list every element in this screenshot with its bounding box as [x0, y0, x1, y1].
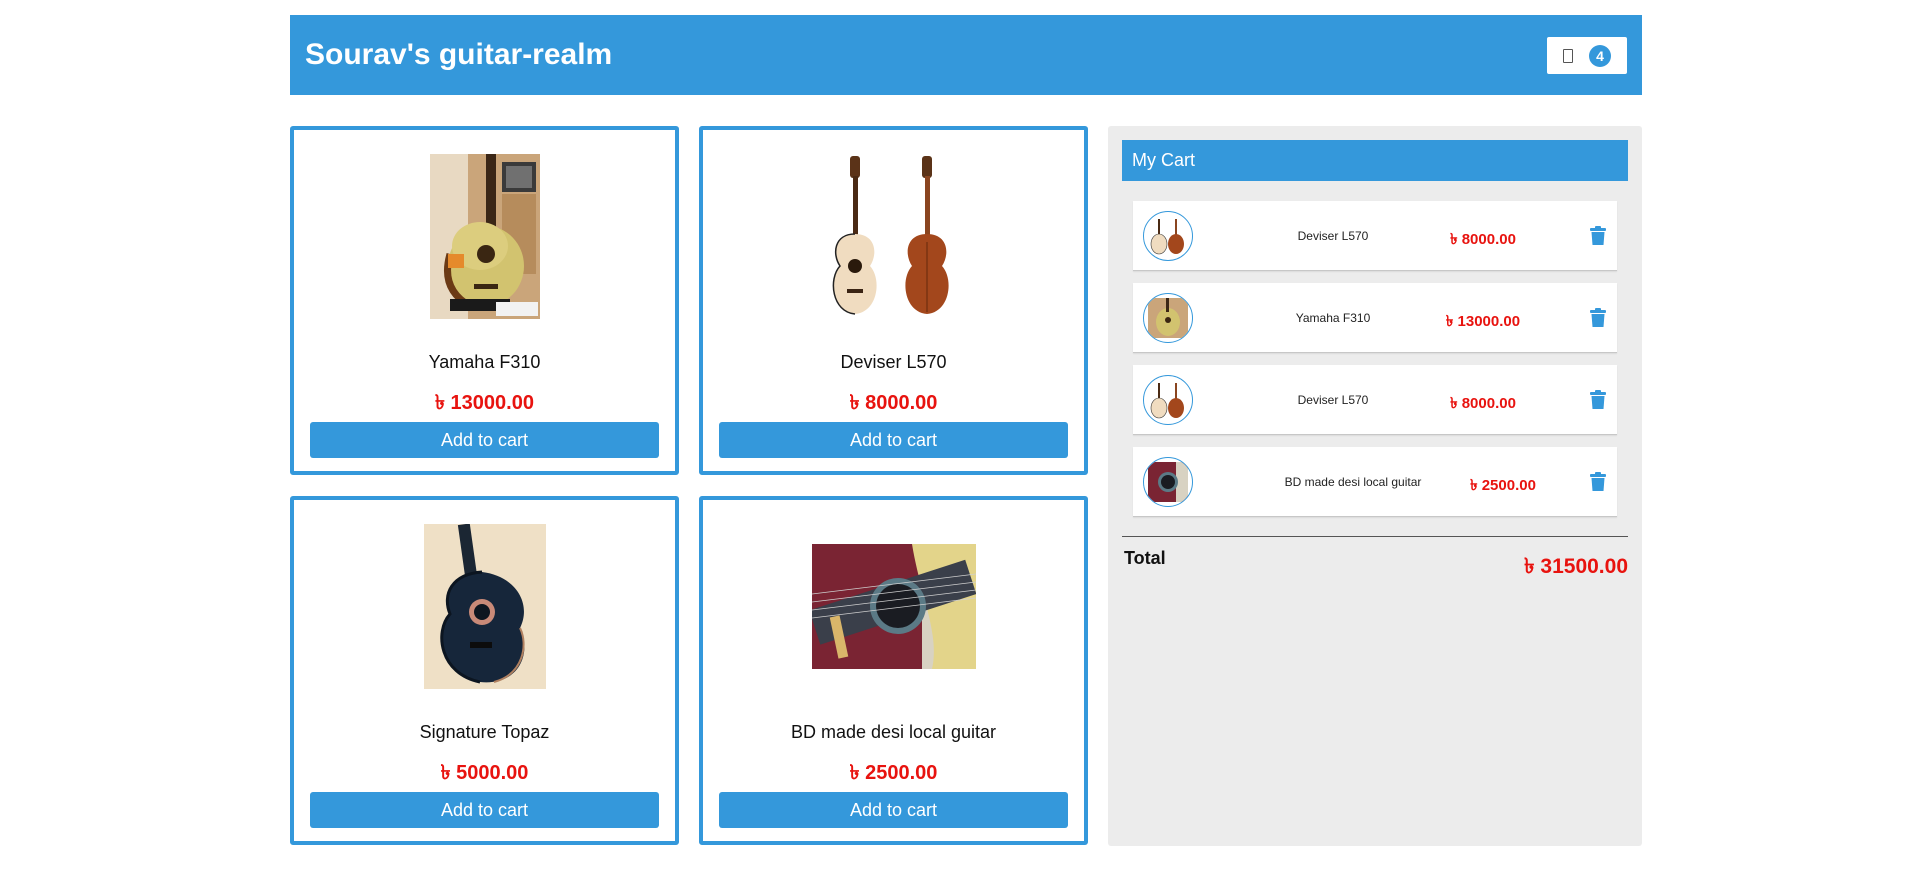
cart-count-badge: 4 [1589, 44, 1611, 67]
add-to-cart-button[interactable]: Add to cart [310, 792, 659, 828]
total-value: ৳ 31500.00 [1524, 555, 1628, 578]
product-name: BD made desi local guitar [790, 722, 997, 742]
cart-item: Yamaha F310 ৳ 13000.00 [1133, 283, 1617, 353]
cart-item: BD made desi local guitar ৳ 2500.00 [1133, 447, 1617, 517]
cart-item-name: Deviser L570 [1297, 393, 1369, 407]
add-to-cart-button[interactable]: Add to cart [719, 422, 1068, 458]
product-name: Deviser L570 [840, 352, 947, 372]
product-image [809, 154, 979, 319]
trash-icon[interactable] [1589, 226, 1607, 246]
product-price: ৳ 5000.00 [440, 762, 529, 784]
product-card: Yamaha F310 ৳ 13000.00 Add to cart [290, 126, 679, 475]
guitar-photo [1150, 219, 1184, 255]
trash-icon[interactable] [1589, 308, 1607, 328]
cart-item: Deviser L570 ৳ 8000.00 [1133, 201, 1617, 271]
guitar-photo [823, 154, 964, 319]
cart-item: Deviser L570 ৳ 8000.00 [1133, 365, 1617, 435]
guitar-photo [1148, 462, 1188, 502]
cart-item-image [1143, 375, 1193, 425]
cart-item-image [1143, 457, 1193, 507]
cart-toggle-button[interactable]: 4 [1547, 37, 1627, 74]
cart-item-name: Deviser L570 [1297, 229, 1369, 243]
cart-item-name: Yamaha F310 [1295, 311, 1371, 325]
total-divider [1122, 536, 1628, 537]
product-price: ৳ 2500.00 [849, 762, 938, 784]
product-grid: Yamaha F310 ৳ 13000.00 Add to cart Devis… [290, 126, 1088, 846]
product-name: Yamaha F310 [428, 352, 541, 372]
product-card: Deviser L570 ৳ 8000.00 Add to cart [699, 126, 1088, 475]
cart-panel: My Cart Deviser L570 ৳ 8000.00 Yamaha F3… [1108, 126, 1642, 846]
product-price: ৳ 8000.00 [849, 392, 938, 414]
product-image [400, 154, 570, 319]
product-name: Signature Topaz [419, 722, 550, 742]
product-card: BD made desi local guitar ৳ 2500.00 Add … [699, 496, 1088, 845]
cart-item-price: ৳ 8000.00 [1450, 395, 1516, 412]
cart-icon [1563, 48, 1573, 63]
product-image [400, 524, 570, 689]
site-header: Sourav's guitar-realm 4 [290, 15, 1642, 95]
cart-item-name: BD made desi local guitar [1284, 475, 1422, 489]
site-title: Sourav's guitar-realm [305, 38, 613, 71]
trash-icon[interactable] [1589, 390, 1607, 410]
cart-item-price: ৳ 13000.00 [1445, 313, 1521, 330]
trash-icon[interactable] [1589, 472, 1607, 492]
add-to-cart-button[interactable]: Add to cart [719, 792, 1068, 828]
cart-item-image [1143, 293, 1193, 343]
guitar-photo [423, 524, 546, 689]
product-image [809, 524, 979, 689]
cart-item-price: ৳ 8000.00 [1450, 231, 1516, 248]
guitar-photo [429, 154, 540, 319]
guitar-photo [811, 544, 976, 669]
cart-item-price: ৳ 2500.00 [1470, 477, 1536, 494]
total-label: Total [1124, 548, 1166, 568]
product-price: ৳ 13000.00 [435, 392, 534, 414]
guitar-photo [1148, 298, 1188, 338]
cart-item-image [1143, 211, 1193, 261]
guitar-photo [1150, 383, 1184, 419]
product-card: Signature Topaz ৳ 5000.00 Add to cart [290, 496, 679, 845]
add-to-cart-button[interactable]: Add to cart [310, 422, 659, 458]
cart-title: My Cart [1122, 140, 1628, 181]
